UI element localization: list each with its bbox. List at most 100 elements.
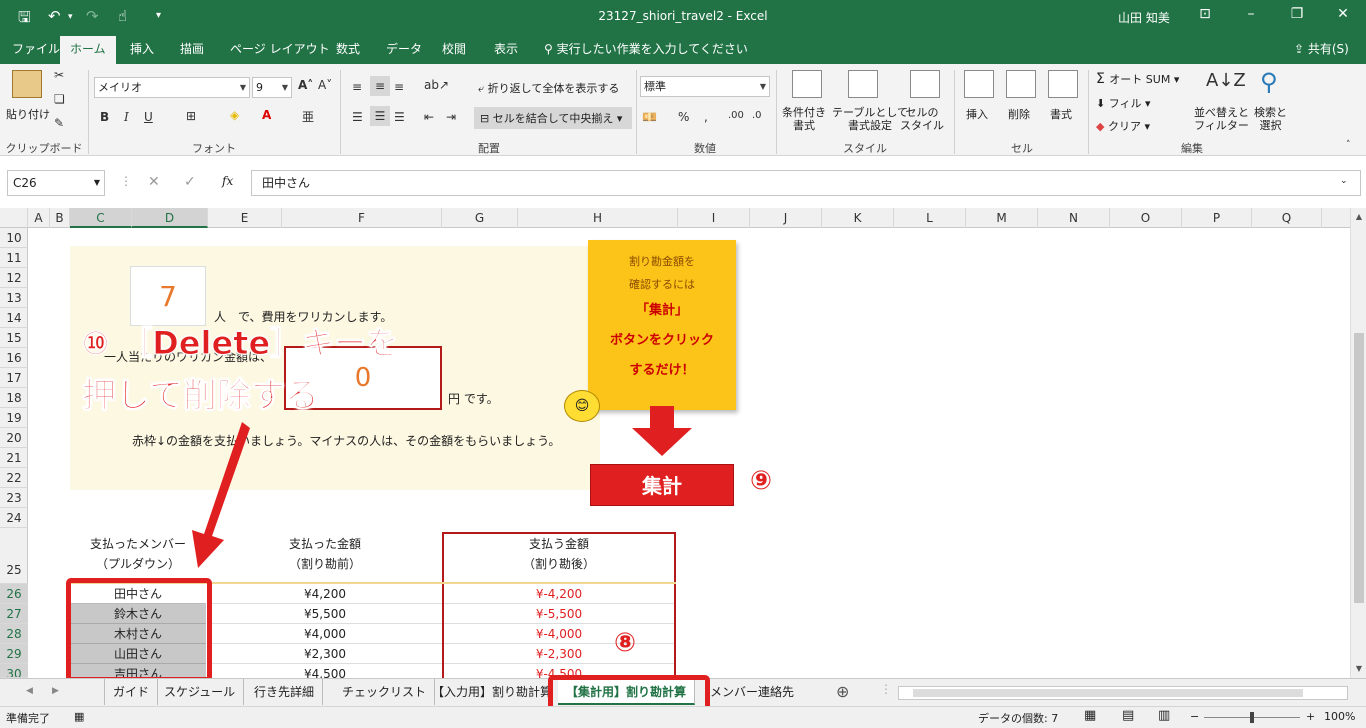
align-left-icon[interactable]: ☰ xyxy=(352,110,363,124)
scroll-thumb[interactable] xyxy=(1354,333,1364,603)
paid-cell[interactable]: ¥4,500 xyxy=(208,664,442,678)
increase-indent-icon[interactable]: ⇥ xyxy=(446,110,456,124)
column-header[interactable]: H xyxy=(518,208,678,228)
cut-icon[interactable]: ✂ xyxy=(54,68,64,82)
paid-cell[interactable]: ¥4,200 xyxy=(208,584,442,604)
decrease-font-icon[interactable]: A˅ xyxy=(318,78,332,92)
aggregate-button[interactable]: 集計 xyxy=(590,464,734,506)
format-as-table-icon[interactable] xyxy=(848,70,878,98)
owe-cell[interactable]: ¥-4,200 xyxy=(444,584,674,604)
tab-page-layout[interactable]: ページ レイアウト xyxy=(220,34,340,64)
column-header[interactable]: A xyxy=(28,208,50,228)
tell-me-input[interactable]: ⚲ 実行したい作業を入力してください xyxy=(544,34,748,64)
close-icon[interactable]: ✕ xyxy=(1328,6,1358,22)
format-cells-button[interactable]: 書式 xyxy=(1050,106,1072,122)
row-header[interactable]: 19 xyxy=(0,408,28,428)
scroll-thumb[interactable] xyxy=(913,689,1303,697)
vertical-scrollbar[interactable]: ▲ ▼ xyxy=(1350,208,1366,678)
row-header[interactable]: 26 xyxy=(0,584,28,604)
formula-input[interactable]: 田中さん xyxy=(251,170,1361,196)
borders-icon[interactable]: ⊞ xyxy=(186,109,196,123)
align-right-icon[interactable]: ☰ xyxy=(394,110,405,124)
row-header[interactable]: 24 xyxy=(0,508,28,528)
expand-formula-icon[interactable]: ⌄ xyxy=(1340,176,1348,186)
normal-view-icon[interactable]: ▦ xyxy=(1084,708,1096,723)
count-status[interactable]: データの個数: 7 xyxy=(978,710,1058,726)
conditional-format-icon[interactable] xyxy=(792,70,822,98)
increase-decimal-icon[interactable]: .00 xyxy=(728,110,744,121)
enter-icon[interactable]: ✓ xyxy=(184,174,196,190)
user-name[interactable]: 山田 知美 xyxy=(1118,9,1170,26)
column-header[interactable]: G xyxy=(442,208,518,228)
name-box[interactable]: C26 ▼ xyxy=(7,170,105,196)
scroll-down-icon[interactable]: ▼ xyxy=(1351,664,1366,673)
increase-font-icon[interactable]: A˄ xyxy=(298,78,313,92)
font-name-select[interactable]: メイリオ ▼ xyxy=(94,77,250,98)
row-header[interactable]: 15 xyxy=(0,328,28,348)
phonetic-icon[interactable]: 亜 xyxy=(302,108,314,125)
page-layout-icon[interactable]: ▤ xyxy=(1122,708,1134,723)
sort-filter-icon[interactable]: A↓Z xyxy=(1206,70,1246,91)
decrease-indent-icon[interactable]: ⇤ xyxy=(424,110,434,124)
align-center-icon[interactable]: ☰ xyxy=(370,106,390,126)
row-header[interactable]: 14 xyxy=(0,308,28,328)
column-header[interactable]: M xyxy=(966,208,1038,228)
column-header[interactable]: K xyxy=(822,208,894,228)
column-header[interactable]: O xyxy=(1110,208,1182,228)
align-middle-icon[interactable]: ≡ xyxy=(370,76,390,96)
column-header[interactable]: D xyxy=(132,208,208,228)
ribbon-display-icon[interactable]: ⊡ xyxy=(1190,6,1220,22)
zoom-level[interactable]: 100% xyxy=(1324,710,1355,723)
tab-draw[interactable]: 描画 xyxy=(170,34,214,64)
autosum-button[interactable]: Σ オート SUM ▾ xyxy=(1096,71,1179,87)
column-header[interactable]: Q xyxy=(1252,208,1322,228)
column-header[interactable]: E xyxy=(208,208,282,228)
cell-styles-button[interactable]: セルの スタイル xyxy=(900,106,944,132)
row-header[interactable]: 27 xyxy=(0,604,28,624)
find-select-button[interactable]: 検索と 選択 xyxy=(1254,106,1287,132)
next-sheet-icon[interactable]: ▶ xyxy=(52,686,59,696)
font-size-select[interactable]: 9 ▼ xyxy=(252,77,292,98)
row-header[interactable]: 25 xyxy=(0,528,28,584)
row-header[interactable]: 18 xyxy=(0,388,28,408)
number-format-select[interactable]: 標準 ▼ xyxy=(640,76,770,97)
row-header[interactable]: 23 xyxy=(0,488,28,508)
sheet-tab[interactable]: 行き先詳細 xyxy=(246,679,324,705)
column-header[interactable]: B xyxy=(50,208,70,228)
conditional-format-button[interactable]: 条件付き 書式 xyxy=(782,106,826,132)
select-all-corner[interactable] xyxy=(0,208,28,228)
tab-view[interactable]: 表示 xyxy=(484,34,528,64)
row-header[interactable]: 13 xyxy=(0,288,28,308)
zoom-in-icon[interactable]: + xyxy=(1306,710,1315,723)
insert-cells-button[interactable]: 挿入 xyxy=(966,106,988,122)
owe-cell[interactable]: ¥-2,300 xyxy=(444,644,674,664)
paste-icon[interactable] xyxy=(12,70,42,98)
collapse-ribbon-icon[interactable]: ˄ xyxy=(1346,140,1351,150)
align-top-icon[interactable]: ≡ xyxy=(352,80,362,94)
italic-button[interactable]: I xyxy=(124,110,129,124)
paid-cell[interactable]: ¥4,000 xyxy=(208,624,442,644)
row-header[interactable]: 28 xyxy=(0,624,28,644)
delete-cells-icon[interactable] xyxy=(1006,70,1036,98)
prev-sheet-icon[interactable]: ◀ xyxy=(26,686,33,696)
column-header[interactable]: I xyxy=(678,208,750,228)
align-bottom-icon[interactable]: ≡ xyxy=(394,80,404,94)
wrap-text-button[interactable]: ⤶ 折り返して全体を表示する xyxy=(478,80,619,96)
sheet-tab[interactable]: チェックリスト xyxy=(334,679,436,705)
column-header[interactable]: C xyxy=(70,208,132,228)
insert-function-icon[interactable]: fx xyxy=(222,174,233,188)
format-as-table-button[interactable]: テーブルとして 書式設定 xyxy=(832,106,908,132)
owe-cell[interactable]: ¥-4,000 xyxy=(444,624,674,644)
column-header[interactable]: F xyxy=(282,208,442,228)
share-button[interactable]: ⇪ 共有(S) xyxy=(1294,34,1349,64)
find-icon[interactable]: ⚲ xyxy=(1260,68,1278,96)
sheet-tab[interactable]: 【入力用】割り勘計算 xyxy=(424,679,562,705)
horizontal-scrollbar[interactable] xyxy=(898,686,1348,700)
orientation-icon[interactable]: ab↗ xyxy=(424,78,449,92)
comma-icon[interactable]: , xyxy=(704,110,708,124)
copy-icon[interactable]: ❏ xyxy=(54,92,65,106)
new-sheet-icon[interactable]: ⊕ xyxy=(836,682,849,701)
page-break-icon[interactable]: ▥ xyxy=(1158,708,1170,723)
scroll-up-icon[interactable]: ▲ xyxy=(1351,212,1366,221)
column-header[interactable]: J xyxy=(750,208,822,228)
